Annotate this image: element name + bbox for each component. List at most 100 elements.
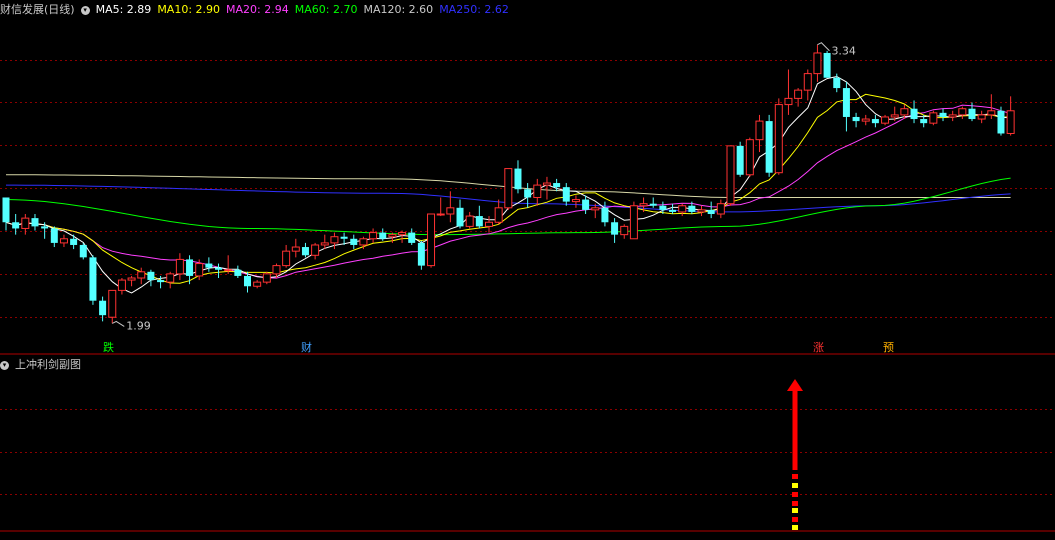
candle-body-up [900, 108, 909, 116]
candle-body-up [755, 120, 764, 141]
sub-header: ▾ 上冲利剑副图 [0, 358, 87, 372]
candle-body-down [301, 247, 309, 256]
candle-body-down [12, 222, 20, 229]
candle-body-down [669, 209, 677, 212]
candle-body-up [620, 225, 629, 236]
candle-body-down [244, 275, 251, 287]
candle-body-up [127, 277, 136, 281]
candle-body-down [31, 218, 39, 227]
candle-body-down [456, 207, 464, 227]
candle-body-up [533, 184, 542, 198]
high-pointer [817, 42, 830, 52]
bottom-indicator-text: ... [4, 530, 15, 536]
candle-body-up [977, 114, 986, 120]
candle-body-up [803, 73, 812, 91]
signal-dash [792, 474, 798, 479]
candle-body-down [601, 207, 609, 223]
candle-body-down [736, 145, 744, 175]
candle-body-up [330, 236, 339, 244]
candle-body-down [70, 238, 78, 245]
candle-body-up [117, 279, 126, 291]
signal-dash [792, 483, 798, 488]
candle-body-up [262, 273, 271, 283]
candle-body-down [234, 269, 242, 276]
candle-body-down [79, 244, 87, 258]
ma-legend-item: MA20: 2.94 [226, 3, 289, 16]
candle-body-up [282, 250, 291, 267]
ma-legend-item: MA250: 2.62 [439, 3, 509, 16]
candle-body-up [716, 203, 725, 215]
candle-body-up [369, 232, 378, 240]
candle-body-up [494, 207, 503, 223]
candle-body-up [224, 269, 233, 272]
candle-body-up [465, 215, 474, 227]
candle-body-up [504, 168, 513, 209]
candle-body-up [571, 199, 580, 203]
candle-body-down [582, 199, 590, 210]
signal-arrow-head [787, 379, 803, 391]
candle-body-up [485, 221, 493, 227]
candle-body-up [59, 238, 68, 244]
candle-body-down [833, 77, 841, 89]
candle-body-up [890, 114, 899, 118]
candle-body-up [987, 110, 996, 116]
candle-body-down [765, 121, 773, 173]
ma-legend-item: MA5: 2.89 [95, 3, 152, 16]
candle-body-up [291, 246, 300, 252]
candle-body-up [948, 114, 957, 118]
kline-chart: 3.34 1.99... [0, 42, 1055, 540]
signal-dash [792, 517, 798, 522]
low-label: 1.99 [126, 319, 151, 332]
sub-toggle-icon[interactable]: ▾ [0, 360, 9, 370]
candle-body-down [379, 232, 387, 239]
kline-stage: 3.34 1.99... 财信发展(日线) ▾ MA5: 2.89 MA10: 2.90… [0, 0, 1055, 540]
candle-body-up [311, 244, 320, 256]
candle-body-up [929, 112, 938, 124]
candle-body-up [784, 97, 793, 106]
candle-body-down [659, 205, 667, 210]
candle-body-up [398, 232, 407, 236]
candle-body-down [562, 187, 570, 202]
candle-body-down [340, 236, 348, 239]
candle-body-down [514, 168, 522, 190]
candle-body-down [147, 271, 155, 281]
stock-title[interactable]: 财信发展(日线) [0, 3, 75, 16]
sub-panel-title[interactable]: 上冲利剑副图 [15, 358, 81, 371]
signal-dash [792, 501, 798, 506]
candle-body-down [852, 116, 860, 122]
candle-body-up [639, 203, 648, 207]
candle-body-down [871, 119, 879, 124]
candle-body-down [649, 203, 657, 206]
candle-body-up [320, 242, 329, 246]
candle-body-up [272, 265, 281, 275]
high-label: 3.34 [831, 45, 856, 58]
candle-body-down [688, 205, 696, 212]
candle-body-down [99, 300, 107, 316]
toggle-icon[interactable]: ▾ [80, 5, 90, 15]
candle-body-up [175, 258, 184, 275]
candle-body-up [678, 205, 687, 213]
candle-body-down [205, 263, 213, 268]
candle-body-down [186, 259, 194, 276]
candle-body-up [629, 205, 638, 240]
candle-body-down [408, 232, 416, 243]
candle-body-down [910, 108, 918, 120]
candle-body-up [137, 271, 146, 279]
ma-legend: MA5: 2.89 MA10: 2.90 MA20: 2.94 MA60: 2.70 M… [96, 3, 515, 16]
candle-body-up [794, 89, 803, 99]
candle-body-down [41, 226, 49, 229]
candle-body-up [697, 209, 706, 213]
candle-body-down [157, 280, 165, 283]
candle-body-down [939, 112, 947, 117]
candle-body-down [842, 88, 850, 117]
candle-body-up [813, 52, 822, 75]
signal-die: 跌 [103, 341, 114, 354]
candle-body-up [166, 273, 175, 283]
candle-body-up [446, 207, 455, 215]
ma-legend-item: MA60: 2.70 [294, 3, 358, 16]
candle-body-up [861, 118, 870, 122]
signal-yu: 预 [883, 341, 894, 354]
candle-body-up [542, 182, 551, 186]
signal-dash [792, 492, 798, 497]
candle-body-up [21, 217, 30, 229]
